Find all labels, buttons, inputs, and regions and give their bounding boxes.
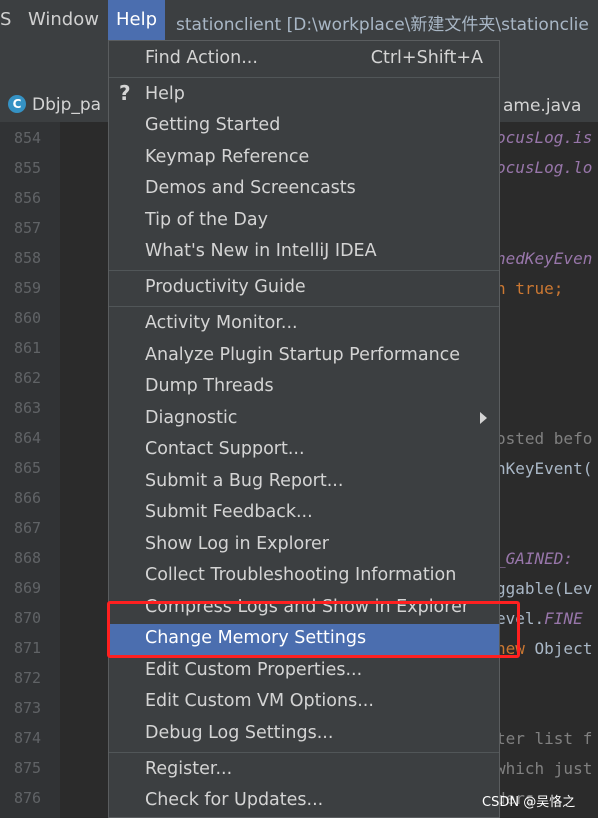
- line-number: 875: [14, 759, 42, 777]
- edit-properties-label: Edit Custom Properties...: [145, 660, 363, 680]
- line-number: 872: [14, 669, 42, 687]
- menu-item-edit-custom-vm-options[interactable]: Edit Custom VM Options...: [109, 687, 499, 718]
- menu-separator: [109, 77, 499, 78]
- code-line-854: ocusLog.is: [496, 128, 593, 147]
- tab-java-file[interactable]: ame.java: [503, 96, 581, 116]
- submenu-arrow-icon: [480, 412, 487, 424]
- find-action-shortcut: Ctrl+Shift+A: [370, 48, 483, 68]
- menu-item-getting-started[interactable]: Getting Started: [109, 111, 499, 142]
- dump-threads-label: Dump Threads: [145, 376, 274, 396]
- collect-troubleshooting-label: Collect Troubleshooting Information: [145, 565, 457, 585]
- contact-support-label: Contact Support...: [145, 439, 305, 459]
- analyze-plugin-label: Analyze Plugin Startup Performance: [145, 345, 461, 365]
- menu-item-show-log[interactable]: Show Log in Explorer: [109, 530, 499, 561]
- line-number: 868: [14, 549, 42, 567]
- code-line-868: _GAINED:: [496, 549, 574, 568]
- register-label: Register...: [145, 759, 233, 779]
- code-line-859: n true;: [496, 279, 564, 298]
- line-number: 859: [14, 279, 42, 297]
- menu-separator: [109, 306, 499, 307]
- line-number: 874: [14, 729, 42, 747]
- menu-item-edit-custom-properties[interactable]: Edit Custom Properties...: [109, 656, 499, 687]
- line-number: 876: [14, 789, 42, 807]
- line-number: 862: [14, 369, 42, 387]
- help-icon: ?: [119, 81, 131, 105]
- line-number: 865: [14, 459, 42, 477]
- menu-item-contact-support[interactable]: Contact Support...: [109, 435, 499, 466]
- submit-feedback-label: Submit Feedback...: [145, 502, 313, 522]
- code-line-864: osted befo: [496, 429, 593, 448]
- code-line-865: nKeyEvent(: [496, 459, 593, 478]
- menu-item-debug-log-settings[interactable]: Debug Log Settings...: [109, 719, 499, 750]
- menu-item-tip-of-the-day[interactable]: Tip of the Day: [109, 206, 499, 237]
- menu-item-register[interactable]: Register...: [109, 755, 499, 786]
- menu-item-collect-troubleshooting[interactable]: Collect Troubleshooting Information: [109, 561, 499, 592]
- whats-new-label: What's New in IntelliJ IDEA: [145, 241, 377, 261]
- menu-separator: [109, 752, 499, 753]
- keymap-reference-label: Keymap Reference: [145, 147, 310, 167]
- menu-item-check-updates[interactable]: Check for Updates...: [109, 786, 499, 817]
- code-line-875: which just: [496, 759, 593, 778]
- demos-label: Demos and Screencasts: [145, 178, 356, 198]
- line-number: 870: [14, 609, 42, 627]
- tab-java-file-label: ame.java: [503, 96, 582, 116]
- show-log-label: Show Log in Explorer: [145, 534, 329, 554]
- menu-item-dump-threads[interactable]: Dump Threads: [109, 372, 499, 403]
- menu-item-demos[interactable]: Demos and Screencasts: [109, 174, 499, 205]
- code-line-858: nedKeyEven: [496, 249, 593, 268]
- menu-item-find-action[interactable]: Find Action... Ctrl+Shift+A: [109, 44, 499, 75]
- menu-item-diagnostic[interactable]: Diagnostic: [109, 404, 499, 435]
- help-dropdown-menu: Find Action... Ctrl+Shift+A ? Help Getti…: [108, 40, 500, 818]
- line-number: 871: [14, 639, 42, 657]
- code-line-869: ggable(Lev: [496, 579, 593, 598]
- line-number: 858: [14, 249, 42, 267]
- line-number: 856: [14, 189, 42, 207]
- help-label: Help: [145, 84, 185, 104]
- menu-item-productivity-guide[interactable]: Productivity Guide: [109, 273, 499, 304]
- tab-dbjp-label: Dbjp_pa: [32, 95, 102, 115]
- line-number: 873: [14, 699, 42, 717]
- line-number: 864: [14, 429, 42, 447]
- activity-monitor-label: Activity Monitor...: [145, 313, 298, 333]
- line-number: 866: [14, 489, 42, 507]
- line-number: 861: [14, 339, 42, 357]
- line-number: 860: [14, 309, 42, 327]
- menu-item-help[interactable]: ? Help: [109, 80, 499, 111]
- tab-dbjp[interactable]: C Dbjp_pa: [8, 95, 101, 115]
- menu-item-submit-bug[interactable]: Submit a Bug Report...: [109, 467, 499, 498]
- getting-started-label: Getting Started: [145, 115, 281, 135]
- check-updates-label: Check for Updates...: [145, 790, 324, 810]
- line-number: 869: [14, 579, 42, 597]
- watermark: CSDN @吴恪之: [482, 795, 576, 810]
- line-number: 854: [14, 129, 42, 147]
- code-line-855: ocusLog.lo: [496, 158, 593, 177]
- menu-item-analyze-plugin[interactable]: Analyze Plugin Startup Performance: [109, 341, 499, 372]
- menu-help[interactable]: Help: [108, 0, 166, 40]
- submit-bug-label: Submit a Bug Report...: [145, 471, 344, 491]
- menu-separator: [109, 270, 499, 271]
- line-number: 857: [14, 219, 42, 237]
- annotation-highlight-box: [107, 601, 520, 658]
- menu-bar: S Window Help stationclient [D:\workplac…: [0, 0, 598, 40]
- debug-log-label: Debug Log Settings...: [145, 723, 334, 743]
- window-title: stationclient [D:\workplace\新建文件夹\statio…: [176, 15, 589, 35]
- line-number: 867: [14, 519, 42, 537]
- edit-vm-label: Edit Custom VM Options...: [145, 691, 374, 711]
- line-number: 855: [14, 159, 42, 177]
- diagnostic-label: Diagnostic: [145, 408, 238, 428]
- class-file-icon: C: [8, 95, 26, 113]
- menu-item-whats-new[interactable]: What's New in IntelliJ IDEA: [109, 237, 499, 268]
- productivity-label: Productivity Guide: [145, 277, 306, 297]
- menu-item-cut[interactable]: S: [0, 9, 11, 30]
- code-line-874: ter list f: [496, 729, 593, 748]
- menu-item-activity-monitor[interactable]: Activity Monitor...: [109, 309, 499, 340]
- menu-item-submit-feedback[interactable]: Submit Feedback...: [109, 498, 499, 529]
- menu-window[interactable]: Window: [28, 9, 99, 30]
- tip-label: Tip of the Day: [145, 210, 268, 230]
- menu-item-keymap-reference[interactable]: Keymap Reference: [109, 143, 499, 174]
- line-number: 863: [14, 399, 42, 417]
- find-action-label: Find Action...: [145, 48, 258, 68]
